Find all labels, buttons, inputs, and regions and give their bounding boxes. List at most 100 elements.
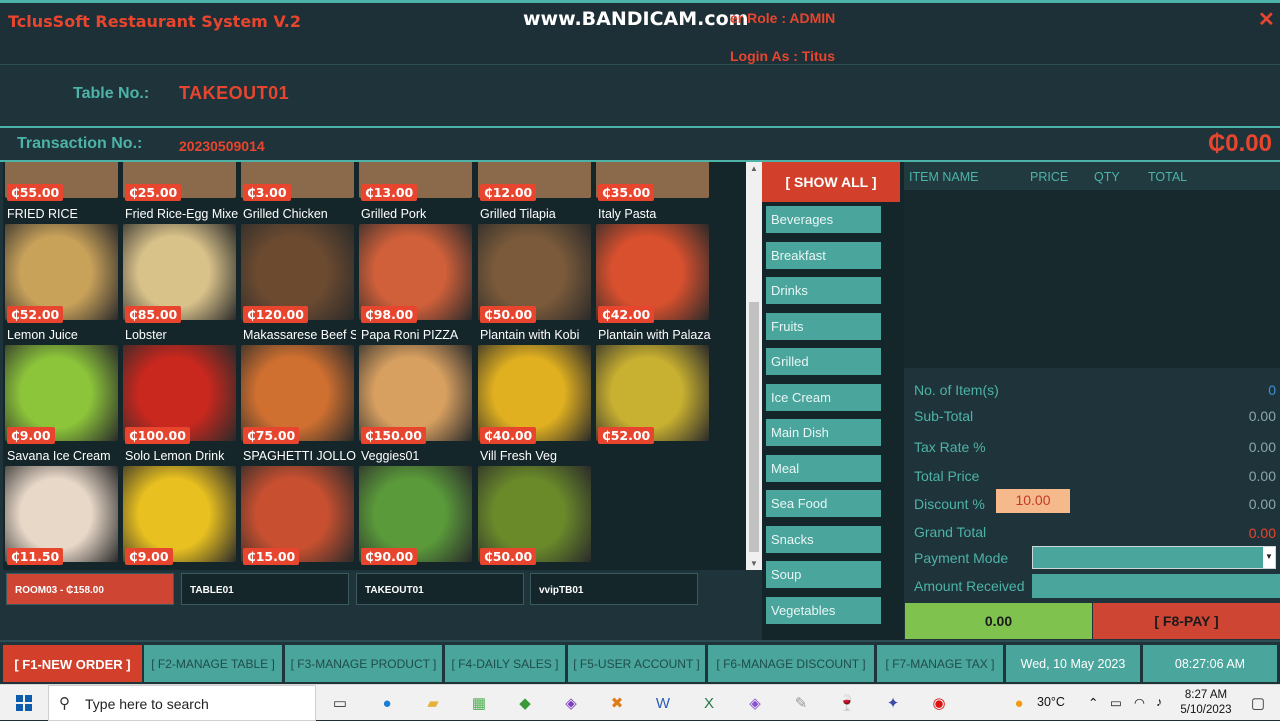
product-price: ₵50.00 [480,306,537,323]
order-panel: ITEM NAME PRICE QTY TOTAL No. of Item(s)… [904,162,1280,640]
col-price: PRICE [1030,170,1069,184]
discount-input[interactable]: 10.00 [996,489,1070,513]
product-card[interactable]: Veggies01 ₵90.00 [359,449,472,565]
product-card[interactable]: Lobster ₵100.00 [123,328,236,444]
app-badge-icon[interactable]: ✦ [881,691,905,715]
taskbar-search-input[interactable]: ⚲ Type here to search [48,685,316,721]
category-button-vegetables[interactable]: Vegetables [766,596,881,624]
product-price: ₵52.00 [7,306,64,323]
task-view-icon[interactable]: ▭ [328,691,352,715]
close-icon[interactable]: ✕ [1258,7,1275,32]
show-all-button[interactable]: [ SHOW ALL ] [762,162,900,202]
tool-icon[interactable]: ✎ [789,691,813,715]
product-card[interactable]: Savana Ice Cream ₵11.50 [5,449,118,565]
chevron-down-icon[interactable]: ▼ [1263,547,1275,568]
bandicam-record-icon[interactable]: ◉ [927,691,951,715]
scroll-up-icon[interactable]: ▲ [749,164,759,173]
manage-tax-button[interactable]: [ F7-MANAGE TAX ] [877,645,1003,682]
restaurant-app-icon[interactable]: 🍷 [835,691,859,715]
chevron-up-icon[interactable]: ⌃ [1088,695,1098,710]
pay-button[interactable]: [ F8-PAY ] [1093,603,1280,639]
open-tables-bar: ROOM03 - ₵158.00 TABLE01 TAKEOUT01 vvipTB01 [3,570,763,640]
product-card[interactable]: Solo Lemon Drink ₵9.00 [123,449,236,565]
notepadpp-icon[interactable]: ▦ [467,691,491,715]
product-card[interactable]: ₵25.00 [123,162,236,201]
product-card[interactable]: Grilled Chicken ₵120.00 [241,207,354,323]
product-price: ₵150.00 [361,427,426,444]
category-button-main-dish[interactable]: Main Dish [766,419,881,446]
notification-icon[interactable]: ▢ [1246,691,1270,715]
category-button-ice-cream[interactable]: Ice Cream [766,383,881,411]
product-card[interactable]: ₵3.00 [241,162,354,201]
manage-product-button[interactable]: [ F3-MANAGE PRODUCT ] [285,645,442,682]
taskbar-clock[interactable]: 8:27 AM 5/10/2023 [1178,688,1234,718]
open-table-tab[interactable]: ROOM03 - ₵158.00 [6,573,174,605]
category-button-breakfast[interactable]: Breakfast [766,241,881,269]
product-card[interactable]: Fried Rice-Egg Mixe ₵85.00 [123,207,238,323]
login-as: Login As : Titus [730,48,835,64]
word-icon[interactable]: W [651,691,675,715]
category-button-fruits[interactable]: Fruits [766,312,881,340]
change-display: 0.00 [905,603,1092,639]
scroll-down-icon[interactable]: ▼ [749,559,759,568]
product-card[interactable]: Vill Fresh Veg ₵50.00 [478,449,591,565]
product-card[interactable]: Plantain with Kobi ₵40.00 [478,328,591,444]
battery-icon[interactable]: ▭ [1110,695,1122,710]
product-card[interactable]: Papa Roni PIZZA ₵150.00 [359,328,472,444]
category-button-meal[interactable]: Meal [766,454,881,482]
product-card[interactable]: Lemon Juice ₵9.00 [5,328,118,444]
app-icon[interactable]: ◆ [513,691,537,715]
product-card[interactable]: ₵35.00 [596,162,709,201]
excel-icon[interactable]: X [697,691,721,715]
product-card[interactable]: Makassarese Beef S ₵75.00 [241,328,356,444]
date-display: Wed, 10 May 2023 [1006,645,1140,682]
xampp-icon[interactable]: ✖ [605,691,629,715]
open-table-tab[interactable]: TAKEOUT01 [356,573,524,605]
edge-icon[interactable]: ● [375,691,399,715]
product-card[interactable]: FRIED RICE ₵52.00 [5,207,118,323]
category-button-snacks[interactable]: Snacks [766,525,881,553]
category-button-beverages[interactable]: Beverages [766,206,881,233]
volume-icon[interactable]: ♪ [1156,695,1162,709]
category-button-soup[interactable]: Soup [766,561,881,588]
amount-received-input[interactable] [1032,574,1280,598]
scroll-thumb[interactable] [749,302,759,552]
file-explorer-icon[interactable]: ▰ [421,691,445,715]
windows-start-icon[interactable] [12,691,36,715]
visual-studio-2-icon[interactable]: ◈ [743,691,767,715]
product-card[interactable]: ₵13.00 [359,162,472,201]
manage-table-button[interactable]: [ F2-MANAGE TABLE ] [144,645,282,682]
category-button-grilled[interactable]: Grilled [766,348,881,375]
product-price: ₵98.00 [361,306,418,323]
product-card[interactable]: ₵12.00 [478,162,591,201]
product-card[interactable]: Italy Pasta ₵42.00 [596,207,709,323]
user-account-button[interactable]: [ F5-USER ACCOUNT ] [568,645,705,682]
order-items-list[interactable] [904,190,1280,368]
open-table-tab[interactable]: TABLE01 [181,573,349,605]
product-card[interactable]: Plantain with Palaza ₵52.00 [596,328,711,444]
network-icon[interactable]: ◠ [1134,695,1145,710]
daily-sales-button[interactable]: [ F4-DAILY SALES ] [445,645,565,682]
search-placeholder: Type here to search [85,696,209,712]
amount-received-label: Amount Received [914,578,1025,594]
product-name: Grilled Tilapia [480,207,556,221]
watermark: www.BANDICAM.com [523,8,749,30]
product-name: Papa Roni PIZZA [361,328,459,342]
payment-mode-select[interactable]: ▼ [1032,546,1276,569]
product-name: Grilled Chicken [243,207,328,221]
product-name: FRIED RICE [7,207,78,221]
manage-discount-button[interactable]: [ F6-MANAGE DISCOUNT ] [708,645,874,682]
product-scrollbar[interactable]: ▲ ▼ [746,162,762,570]
product-card[interactable]: ₵55.00 [5,162,118,201]
product-name: Vill Fresh Veg [480,449,557,463]
product-card[interactable]: Grilled Pork ₵98.00 [359,207,472,323]
table-value: TAKEOUT01 [179,83,290,103]
category-button-drinks[interactable]: Drinks [766,277,881,304]
open-table-tab[interactable]: vvipTB01 [530,573,698,605]
category-button-sea-food[interactable]: Sea Food [766,490,881,517]
new-order-button[interactable]: [ F1-NEW ORDER ] [3,645,142,682]
product-card[interactable]: SPAGHETTI JOLLOF ₵15.00 [241,449,356,565]
visual-studio-icon[interactable]: ◈ [559,691,583,715]
transaction-info: Transaction No.: 20230509014 ₵0.00 [0,126,1280,162]
product-card[interactable]: Grilled Tilapia ₵50.00 [478,207,591,323]
